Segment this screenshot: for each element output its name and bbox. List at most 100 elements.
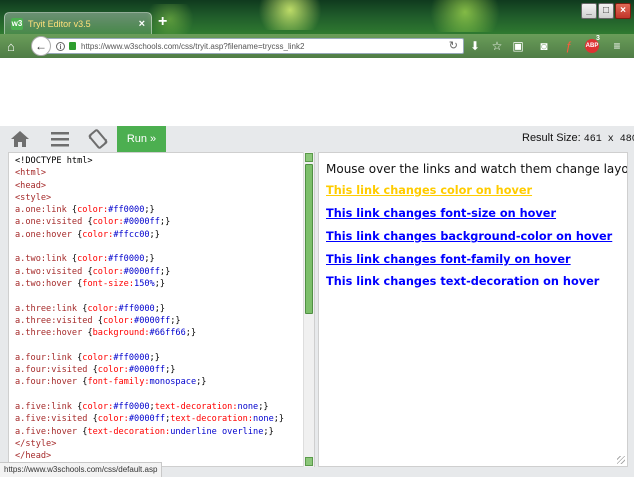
code-line[interactable]: </head> (15, 450, 284, 462)
window-minimize-button[interactable]: _ (581, 3, 597, 19)
link-font-size-hover[interactable]: This link changes font-size on hover (326, 207, 556, 220)
code-line[interactable]: a.four:hover {font-family:monospace;} (15, 376, 284, 388)
code-line[interactable]: a.five:link {color:#ff0000;text-decorati… (15, 401, 284, 413)
home-icon[interactable]: ⌂ (7, 40, 15, 53)
run-button[interactable]: Run » (117, 126, 166, 152)
code-line[interactable]: a.two:link {color:#ff0000;} (15, 253, 284, 265)
code-line[interactable] (15, 290, 284, 302)
browser-tab[interactable]: w3 Tryit Editor v3.5 × (4, 12, 152, 34)
link-text-decoration-hover[interactable]: This link changes text-decoration on hov… (326, 275, 599, 288)
code-token-prop: color: (82, 352, 114, 363)
code-line[interactable] (15, 241, 284, 253)
clipboard-icon[interactable]: ▣ (511, 39, 525, 53)
window-maximize-button[interactable]: □ (598, 3, 614, 19)
code-line[interactable]: a.three:link {color:#ff0000;} (15, 303, 284, 315)
code-line[interactable]: <head> (15, 180, 284, 192)
code-line[interactable]: <html> (15, 167, 284, 179)
menu-icon[interactable] (48, 126, 72, 152)
download-icon[interactable]: ⬇ (468, 39, 482, 53)
info-icon[interactable]: i (56, 41, 65, 51)
code-token-plain: ;} (149, 229, 160, 240)
tab-close-icon[interactable]: × (139, 18, 145, 30)
code-token-tag: <html> (15, 168, 47, 179)
code-line[interactable]: <!DOCTYPE html> (15, 155, 284, 167)
result-frame: Mouse over the links and watch them chan… (318, 152, 628, 467)
code-line[interactable]: a.five:hover {text-decoration:underline … (15, 426, 284, 438)
code-token-tag: </head> (15, 451, 52, 462)
background-glow (420, 0, 510, 32)
browser-titlebar: w3 Tryit Editor v3.5 × + _ □ × (0, 0, 634, 34)
scroll-up-icon[interactable] (305, 153, 313, 162)
code-token-prop: color: (97, 365, 129, 376)
code-token-sel: a.one:visited (15, 217, 88, 228)
lock-icon (69, 42, 76, 50)
code-token-val: #ff0000 (108, 254, 145, 265)
code-line[interactable]: a.two:visited {color:#0000ff;} (15, 266, 284, 278)
code-token-sel: a.three:link (15, 303, 83, 314)
bookmark-star-icon[interactable]: ☆ (490, 39, 504, 53)
code-token-prop: text-decoration: (154, 401, 238, 412)
code-token-prop: font-size: (82, 278, 135, 289)
link-background-color-hover[interactable]: This link changes background-color on ho… (326, 230, 612, 243)
code-token-val: 150% (134, 278, 155, 289)
code-token-prop: color: (77, 205, 109, 216)
new-tab-icon[interactable]: + (158, 14, 167, 30)
code-token-plain: ;} (165, 365, 176, 376)
link-color-hover[interactable]: This link changes color on hover (326, 184, 532, 197)
scrollbar-thumb[interactable] (305, 164, 313, 314)
code-line[interactable]: a.four:link {color:#ff0000;} (15, 352, 284, 364)
code-token-sel: a.two:link (15, 254, 72, 265)
code-token-plain: ;} (263, 426, 274, 437)
code-token-prop: font-family: (87, 377, 150, 388)
code-token-plain: ;} (149, 352, 160, 363)
code-line[interactable]: a.four:visited {color:#0000ff;} (15, 364, 284, 376)
reload-icon[interactable]: ↻ (449, 40, 458, 52)
code-text[interactable]: <!DOCTYPE html> <html> <head> <style> a.one:… (15, 155, 284, 466)
flash-icon[interactable]: ƒ (562, 39, 576, 53)
code-line[interactable] (15, 389, 284, 401)
pocket-icon[interactable]: ◙ (537, 39, 551, 53)
code-token-val: #66ff66 (149, 328, 186, 339)
code-token-val: #0000ff (128, 414, 166, 425)
code-token-sel: a.five:link (15, 401, 78, 412)
address-bar[interactable]: i https://www.w3schools.com/css/tryit.as… (46, 38, 464, 54)
rotate-layout-icon[interactable] (86, 126, 110, 152)
code-token-prop: color: (92, 217, 124, 228)
link-font-family-hover[interactable]: This link changes font-family on hover (326, 253, 571, 266)
code-token-val: #0000ff (123, 266, 160, 277)
code-line[interactable]: </style> (15, 438, 284, 450)
result-intro-text: Mouse over the links and watch them chan… (326, 162, 628, 176)
code-token-plain: ;} (144, 205, 155, 216)
code-token-plain: ;} (273, 414, 285, 425)
result-size: Result Size: 461 x 480 (522, 132, 634, 145)
code-line[interactable]: a.three:visited {color:#0000ff;} (15, 315, 284, 327)
menu-icon[interactable]: ≡ (610, 39, 624, 53)
resize-grip-icon[interactable] (617, 456, 625, 464)
home-icon[interactable] (8, 126, 32, 152)
scroll-down-icon[interactable] (305, 457, 313, 466)
code-line[interactable]: a.one:hover {color:#ffcc00;} (15, 229, 284, 241)
window-close-button[interactable]: × (615, 3, 631, 19)
code-token-sel: a.five:visited (15, 414, 93, 425)
code-line[interactable] (15, 339, 284, 351)
code-token-sel: a.one:link (15, 205, 72, 216)
code-token-plain: ;} (196, 377, 207, 388)
address-bar-url[interactable]: https://www.w3schools.com/css/tryit.asp?… (81, 42, 304, 51)
code-token-prop: color: (92, 266, 124, 277)
code-token-prop: color: (97, 414, 129, 425)
code-line[interactable]: a.one:link {color:#ff0000;} (15, 204, 284, 216)
code-token-sel: a.three:hover (15, 328, 88, 339)
code-token-val: #ff0000 (108, 205, 145, 216)
code-token-prop: text-decoration: (170, 414, 254, 425)
code-line[interactable]: a.one:visited {color:#0000ff;} (15, 216, 284, 228)
code-line[interactable]: <style> (15, 192, 284, 204)
code-editor[interactable]: <!DOCTYPE html> <html> <head> <style> a.one:… (8, 152, 315, 467)
back-button[interactable]: ← (31, 36, 51, 56)
code-token-plain: ;} (144, 254, 155, 265)
code-token-plain: ;} (185, 328, 197, 339)
code-token-plain: <!DOCTYPE html> (15, 156, 93, 166)
code-line[interactable]: a.two:hover {font-size:150%;} (15, 278, 284, 290)
code-line[interactable]: a.three:hover {background:#66ff66;} (15, 327, 284, 339)
editor-scrollbar[interactable] (303, 152, 314, 467)
code-line[interactable]: a.five:visited {color:#0000ff;text-decor… (15, 413, 284, 425)
